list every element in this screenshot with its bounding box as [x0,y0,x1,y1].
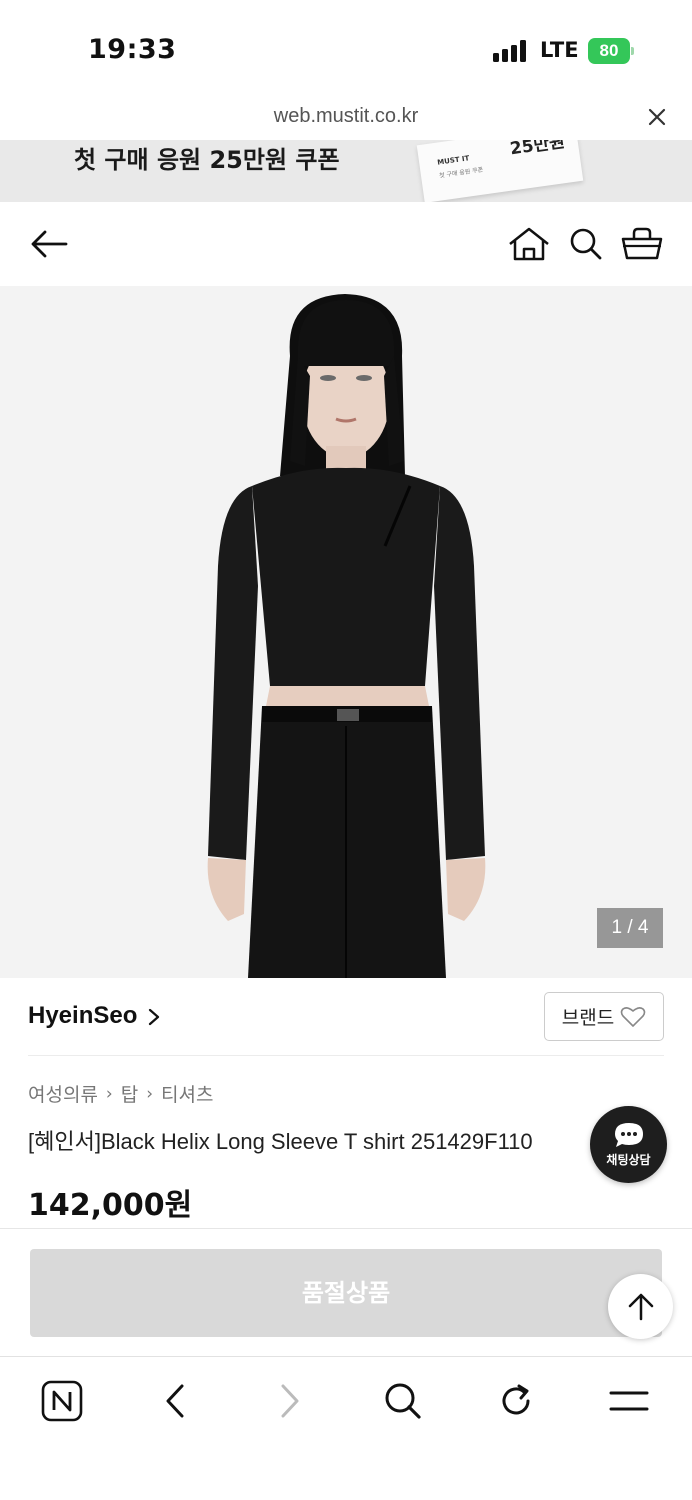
chat-bubble-icon [614,1123,643,1147]
brand-row: HyeinSeo 브랜드 [28,978,664,1056]
chevron-right-icon: › [146,1083,154,1104]
url-bar[interactable]: web.mustit.co.kr [0,96,692,140]
breadcrumb-item[interactable]: 티셔츠 [161,1080,213,1107]
chat-label: 채팅상담 [606,1153,651,1167]
cart-icon[interactable] [620,222,664,266]
coupon-subtext: 첫 구매 응원 쿠폰 [438,166,484,180]
promo-banner-text: 첫 구매 응원 25만원 쿠폰 [74,146,340,174]
browser-toolbar [0,1356,692,1500]
close-icon[interactable] [644,104,670,130]
battery-level: 80 [588,38,630,64]
refresh-icon[interactable] [494,1379,538,1423]
coupon-image: MUST IT 첫 구매 응원 쿠폰 25만원 [416,140,584,202]
chevron-left-icon[interactable] [153,1379,197,1423]
search-icon[interactable] [564,222,608,266]
back-arrow-icon[interactable] [27,222,71,266]
purchase-bar: 품절상품 [0,1228,692,1356]
heart-icon [620,1006,646,1027]
scroll-top-button[interactable] [608,1274,673,1339]
product-image[interactable]: 1 / 4 [0,286,692,978]
brand-like-button[interactable]: 브랜드 [544,992,664,1041]
product-title: [혜인서]Black Helix Long Sleeve T shirt 251… [28,1129,533,1154]
url-text: web.mustit.co.kr [273,105,419,127]
promo-banner[interactable]: 첫 구매 응원 25만원 쿠폰 MUST IT 첫 구매 응원 쿠폰 25만원 [0,140,692,202]
brand-like-label: 브랜드 [561,1007,615,1029]
brand-name: HyeinSeo [28,1002,138,1029]
chevron-right-icon[interactable] [268,1379,312,1423]
search-icon[interactable] [381,1379,425,1423]
breadcrumb-item[interactable]: 여성의류 [28,1080,98,1107]
brand-link[interactable]: HyeinSeo [28,1002,161,1030]
image-pager: 1 / 4 [597,908,663,948]
status-bar: 19:33 LTE 80 [0,0,692,96]
battery-icon: 80 [588,38,634,64]
chevron-right-icon: › [105,1083,113,1104]
chat-consult-button[interactable]: 채팅상담 [590,1106,667,1183]
naver-n-icon[interactable] [40,1379,84,1423]
chevron-right-icon [147,1006,161,1026]
coupon-value: 25만원 [508,140,567,160]
signal-icon [493,40,529,62]
menu-icon[interactable] [607,1379,651,1423]
page-header [0,202,692,286]
arrow-up-icon [628,1293,653,1320]
status-time: 19:33 [88,34,177,65]
product-photo [207,294,486,978]
network-type: LTE [540,38,579,62]
breadcrumb-item[interactable]: 탑 [121,1080,138,1107]
category-breadcrumb: 여성의류 › 탑 › 티셔츠 [28,1080,213,1107]
sold-out-button[interactable]: 품절상품 [30,1249,662,1337]
product-price: 142,000원 [28,1188,193,1223]
coupon-brand: MUST IT [436,154,470,167]
home-icon[interactable] [507,222,551,266]
